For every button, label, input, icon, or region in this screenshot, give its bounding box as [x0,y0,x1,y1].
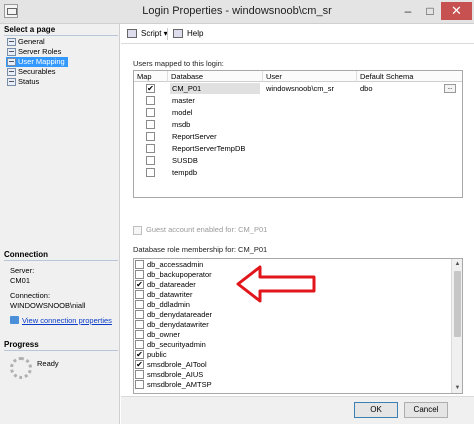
role-checkbox[interactable]: ✔ [135,360,144,369]
database-cell: tempdb [172,168,198,177]
maximize-button[interactable]: □ [418,2,442,20]
grid-header: Map Database User Default Schema [134,71,462,82]
progress-status: Ready [37,359,59,368]
server-value: CM01 [10,276,31,285]
script-button[interactable]: Script ▾ [127,28,168,40]
help-button[interactable]: Help [173,28,203,40]
map-checkbox[interactable] [146,120,155,129]
sidebar-item-status[interactable]: Status [6,77,68,87]
connection-value: WINDOWSNOOB\niall [10,301,86,310]
map-checkbox[interactable]: ✔ [146,84,155,93]
table-row[interactable]: model [134,107,462,118]
database-cell: CM_P01 [170,83,260,94]
list-item[interactable]: smsdbrole_AMTSP [134,379,450,390]
table-row[interactable]: master [134,95,462,106]
connection-header: Connection [4,250,118,261]
database-cell: SUSDB [172,156,198,165]
table-row[interactable]: ReportServerTempDB [134,143,462,154]
script-icon [127,29,137,38]
column-header-database[interactable]: Database [168,71,263,82]
page-icon [7,38,16,46]
progress-header: Progress [4,340,118,351]
map-checkbox[interactable] [146,168,155,177]
database-cell: ReportServerTempDB [172,144,246,153]
page-icon [7,68,16,76]
map-checkbox[interactable] [146,156,155,165]
column-header-user[interactable]: User [263,71,357,82]
ok-button[interactable]: OK [354,402,398,418]
sidebar-item-general[interactable]: General [6,37,68,47]
red-arrow-icon [236,265,316,303]
role-checkbox[interactable] [135,310,144,319]
database-cell: ReportServer [172,132,217,141]
toolbar-separator [167,28,168,40]
role-checkbox[interactable] [135,320,144,329]
map-checkbox[interactable] [146,144,155,153]
select-page-header: Select a page [4,25,118,36]
page-icon [7,78,16,86]
page-icon [7,48,16,56]
scroll-up-icon[interactable]: ▲ [452,259,462,269]
schema-cell[interactable]: dbo [360,83,440,94]
role-checkbox[interactable] [135,380,144,389]
dialog-footer: OK Cancel [121,396,474,424]
role-name: smsdbrole_AMTSP [147,380,212,389]
schema-browse-button[interactable]: ... [444,84,456,93]
scroll-down-icon[interactable]: ▼ [452,383,462,393]
table-row[interactable]: ✔ CM_P01 windowsnoob\cm_sr dbo ... [134,83,462,94]
left-panel: Select a page General Server Roles User … [0,24,120,424]
role-checkbox[interactable] [135,290,144,299]
cancel-button[interactable]: Cancel [404,402,448,418]
minimize-button[interactable]: – [396,2,420,20]
server-label: Server: [10,266,35,275]
guest-account-checkbox[interactable] [133,226,142,235]
properties-icon [10,316,19,324]
table-row[interactable]: msdb [134,119,462,130]
map-checkbox[interactable] [146,108,155,117]
table-row[interactable]: ReportServer [134,131,462,142]
page-icon [7,58,16,66]
database-cell: msdb [172,120,191,129]
sidebar-item-securables[interactable]: Securables [6,67,68,77]
column-header-map[interactable]: Map [134,71,168,82]
users-mapped-label: Users mapped to this login: [133,59,224,68]
role-membership-label: Database role membership for: CM_P01 [133,245,268,254]
sidebar-item-user-mapping[interactable]: User Mapping [6,57,68,67]
sidebar-item-server-roles[interactable]: Server Roles [6,47,68,57]
toolbar: Script ▾ Help [121,24,474,44]
database-cell: master [172,96,195,105]
close-button[interactable]: ✕ [441,2,472,20]
role-checkbox[interactable] [135,300,144,309]
table-row[interactable]: tempdb [134,167,462,178]
role-checkbox[interactable] [135,260,144,269]
map-checkbox[interactable] [146,132,155,141]
connection-label: Connection: [10,291,51,300]
guest-account-label: Guest account enabled for: CM_P01 [146,225,268,234]
role-checkbox[interactable]: ✔ [135,280,144,289]
progress-spinner-icon [10,357,32,379]
user-cell[interactable]: windowsnoob\cm_sr [266,83,356,94]
users-mapped-grid: Map Database User Default Schema ✔ CM_P0… [133,70,463,198]
column-header-default-schema[interactable]: Default Schema [357,71,462,82]
role-checkbox[interactable] [135,330,144,339]
database-cell: model [172,108,193,117]
role-checkbox[interactable]: ✔ [135,350,144,359]
map-checkbox[interactable] [146,96,155,105]
table-row[interactable]: SUSDB [134,155,462,166]
role-checkbox[interactable] [135,340,144,349]
scroll-thumb[interactable] [454,271,461,337]
help-icon [173,29,183,38]
role-checkbox[interactable] [135,270,144,279]
role-checkbox[interactable] [135,370,144,379]
title-bar: Login Properties - windowsnoob\cm_sr – □… [0,0,474,24]
role-list-scrollbar[interactable]: ▲ ▼ [451,259,462,393]
view-connection-properties-link[interactable]: View connection properties [10,316,112,325]
